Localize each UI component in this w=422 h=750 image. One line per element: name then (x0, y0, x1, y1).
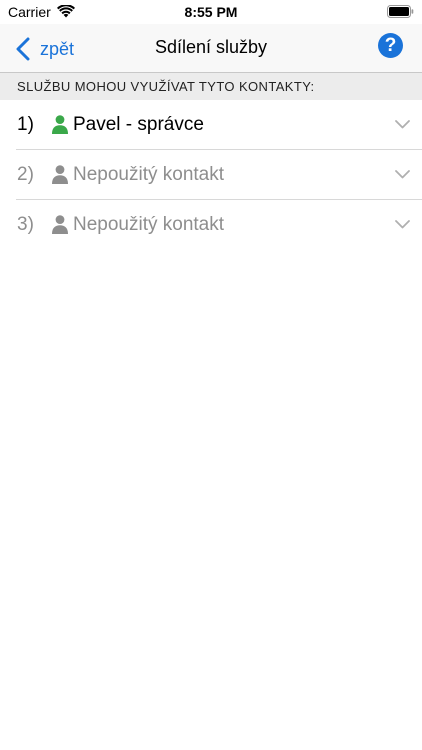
section-header-label: SLUŽBU MOHOU VYUŽÍVAT TYTO KONTAKTY: (17, 79, 315, 94)
contact-list: 1) Pavel - správce 2) Nepoužitý kontakt (0, 100, 422, 249)
navigation-bar: zpět Sdílení služby ? (0, 24, 422, 72)
person-icon (52, 215, 68, 234)
contact-row-2[interactable]: 2) Nepoužitý kontakt (16, 149, 422, 199)
contact-row-1[interactable]: 1) Pavel - správce (0, 100, 422, 149)
section-header: SLUŽBU MOHOU VYUŽÍVAT TYTO KONTAKTY: (0, 72, 422, 100)
contact-name: Pavel - správce (73, 114, 204, 135)
chevron-down-icon[interactable] (395, 220, 410, 229)
page-title: Sdílení služby (154, 37, 268, 57)
battery-icon (387, 5, 414, 18)
chevron-down-icon[interactable] (395, 170, 410, 179)
person-icon (52, 165, 68, 184)
status-bar: Carrier 8:55 PM (0, 0, 422, 24)
contact-index: 2) (17, 164, 34, 185)
person-icon (52, 115, 68, 134)
help-button[interactable]: ? (378, 33, 403, 58)
contact-name: Nepoužitý kontakt (73, 214, 225, 235)
screen: Carrier 8:55 PM zpět Sdílení služby ? SL… (0, 0, 422, 750)
contact-row-3[interactable]: 3) Nepoužitý kontakt (16, 199, 422, 249)
contact-index: 3) (17, 214, 34, 235)
clock-time: 8:55 PM (184, 4, 238, 20)
contact-index: 1) (17, 114, 34, 135)
contact-name: Nepoužitý kontakt (73, 164, 225, 185)
chevron-down-icon[interactable] (395, 120, 410, 129)
